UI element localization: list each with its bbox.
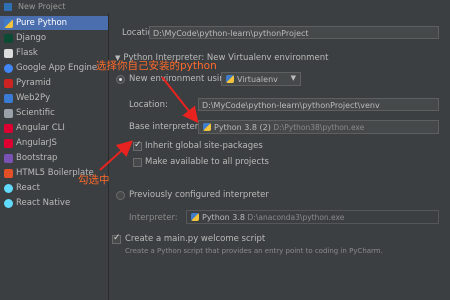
annotation-overlay (99, 76, 199, 171)
annotation-check-it: 勾选中 (78, 174, 110, 186)
annotation-select-python: 选择你自己安装的python (96, 60, 217, 72)
arrow-to-inherit-checkbox (99, 140, 133, 171)
arrow-to-base-interpreter (161, 76, 199, 124)
